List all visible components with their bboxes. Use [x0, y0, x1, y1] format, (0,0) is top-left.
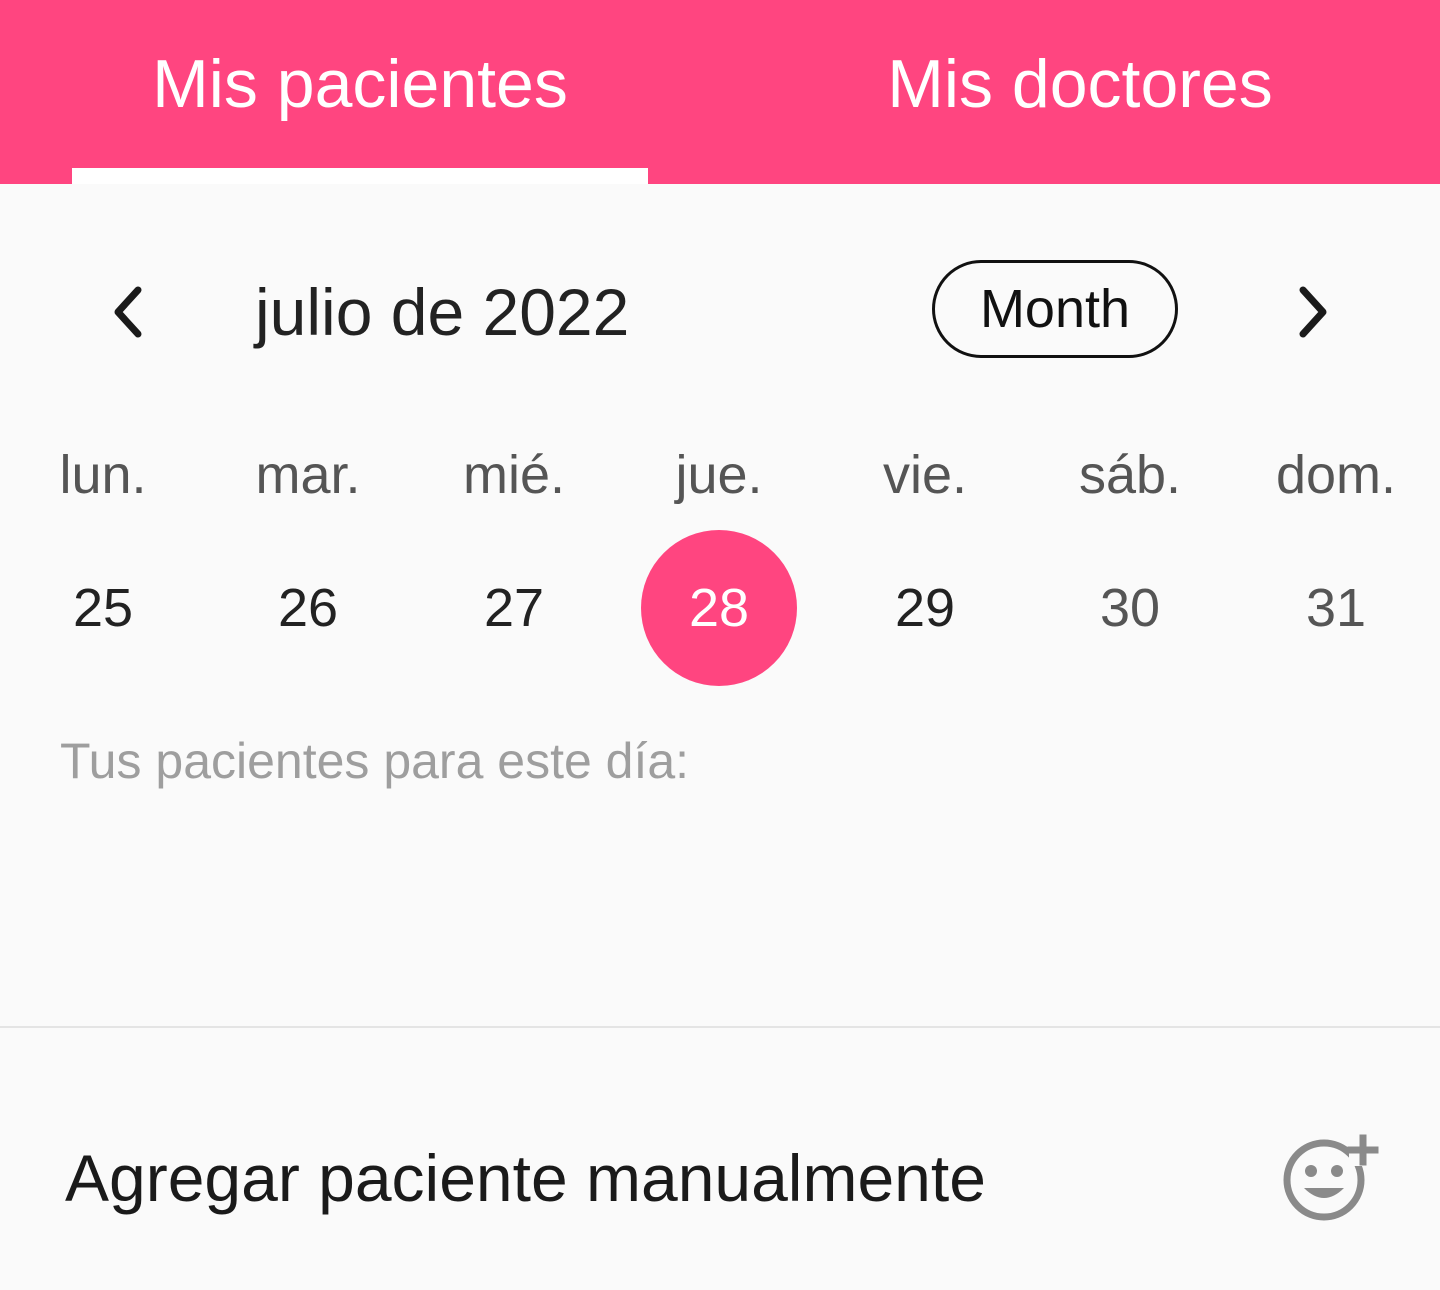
day-number: 25 [72, 578, 134, 638]
day-number: 27 [483, 578, 545, 638]
day-number: 31 [1305, 578, 1367, 638]
chevron-left-icon [114, 286, 142, 338]
tab-bar: Mis pacientes Mis doctores [0, 0, 1440, 184]
next-week-button[interactable] [1273, 272, 1353, 352]
tab-label: Mis pacientes [152, 46, 568, 122]
weekday-label: mié. [462, 445, 565, 505]
weekday-label: vie. [882, 445, 968, 505]
weekday-label: dom. [1275, 445, 1397, 505]
day-number: 28 [641, 530, 797, 686]
previous-week-button[interactable] [88, 272, 168, 352]
calendar-day[interactable]: 25 [0, 530, 206, 686]
weekday-label: lun. [59, 445, 147, 505]
chevron-right-icon [1299, 286, 1327, 338]
month-view-toggle-button[interactable]: Month [932, 260, 1178, 358]
calendar-day[interactable]: 30 [1027, 530, 1233, 686]
calendar-day-selected[interactable]: 28 [616, 530, 822, 686]
add-reaction-icon [1283, 1134, 1379, 1221]
day-number: 29 [894, 578, 956, 638]
day-number: 26 [277, 578, 339, 638]
add-patient-label: Agregar paciente manualmente [65, 1141, 986, 1215]
tab-mis-doctores[interactable]: Mis doctores [720, 0, 1440, 184]
calendar-day[interactable]: 31 [1233, 530, 1439, 686]
patients-for-day-label: Tus pacientes para este día: [60, 733, 690, 789]
tab-label: Mis doctores [887, 46, 1273, 122]
month-title: julio de 2022 [255, 275, 630, 349]
weekday-label: jue. [675, 445, 763, 505]
calendar-day[interactable]: 29 [822, 530, 1028, 686]
tab-mis-pacientes[interactable]: Mis pacientes [0, 0, 720, 184]
weekday-label: sáb. [1078, 445, 1182, 505]
app-screen: Mis pacientes Mis doctores julio de 2022… [0, 0, 1440, 1290]
calendar-day[interactable]: 26 [205, 530, 411, 686]
weekday-label: mar. [255, 445, 361, 505]
add-patient-manually-button[interactable]: Agregar paciente manualmente [0, 1028, 1440, 1290]
calendar-day[interactable]: 27 [411, 530, 617, 686]
day-number: 30 [1099, 578, 1161, 638]
tab-selected-indicator [72, 168, 648, 184]
